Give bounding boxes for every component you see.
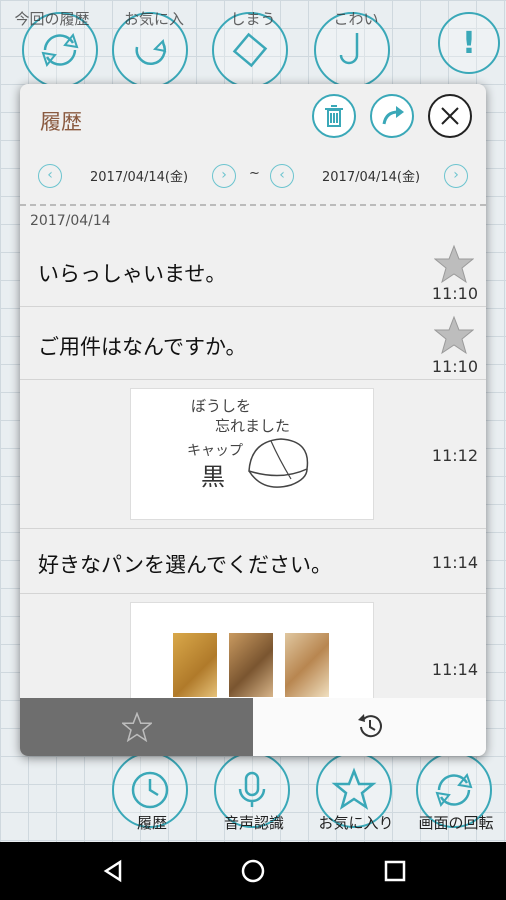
bottom-label-voice: 音声認識 [223,814,285,832]
rotate-screen-icon [435,772,473,808]
exclamation-icon: ! [462,25,476,61]
bottom-label-favorites: お気に入り [318,814,394,832]
chevron-left-icon: ‹ [279,167,285,183]
recents-icon [384,860,406,882]
close-button[interactable] [428,94,472,138]
tab-history[interactable] [253,698,486,756]
top-label-scary: こわい [333,10,379,28]
to-prev-button[interactable]: ‹ [270,164,294,188]
star-outline-icon [331,767,377,810]
date-range-separator: ~ [249,166,260,181]
history-dialog: 履歴 ‹ 2017/04/14(金) › ~ ‹ 2017/04/14(金) ›… [20,84,486,756]
entry-time: 11:12 [431,446,478,465]
microphone-icon [238,771,266,807]
entry-time: 11:10 [431,284,478,303]
share-button[interactable] [370,94,414,138]
tab-favorites[interactable] [20,698,253,756]
trash-icon [325,105,343,127]
entry-time: 11:10 [431,357,478,376]
chevron-right-icon: › [453,167,459,183]
handwriting-image: ぼうしを 忘れました キャップ 黒 [130,388,374,520]
entry-text: ご用件はなんですか。 [38,335,247,359]
top-label-history: 今回の履歴 [14,10,90,28]
chevron-left-icon: ‹ [47,167,53,183]
history-entry[interactable]: 好きなパンを選んでください。 11:14 [20,529,486,594]
bread-photo-3 [285,633,329,697]
history-icon [357,714,382,738]
sync-icon [41,32,79,68]
hook-icon [339,33,359,65]
star-icon[interactable] [434,315,474,355]
history-icon [131,771,169,809]
history-entry[interactable]: ぼうしを 忘れました キャップ 黒 11:12 [20,380,486,529]
entry-text: 好きなパンを選んでください。 [38,553,332,577]
close-icon [441,107,459,125]
star-outline-icon [121,712,152,742]
back-icon [103,859,122,883]
date-to[interactable]: 2017/04/14(金) [322,166,420,185]
bread-photo-strip [163,623,345,698]
sketch-text-4: 黒 [201,463,225,491]
bottom-label-rotate: 画面の回転 [418,814,494,832]
home-button[interactable] [236,854,270,888]
home-icon [241,859,265,883]
back-button[interactable] [96,854,130,888]
from-prev-button[interactable]: ‹ [38,164,62,188]
history-entry[interactable]: いらっしゃいませ。 11:10 [20,236,486,307]
history-entry[interactable]: ご用件はなんですか。 11:10 [20,307,486,380]
dialog-tab-bar [20,698,486,756]
entry-time: 11:14 [431,553,478,572]
alert-button[interactable]: ! [438,12,500,74]
share-icon [382,106,404,125]
bread-photo-1 [173,633,217,697]
delete-button[interactable] [312,94,356,138]
sketch-drawing: ぼうしを 忘れました キャップ 黒 [187,397,309,491]
dialog-title: 履歴 [40,110,82,134]
chevron-right-icon: › [221,167,227,183]
to-next-button[interactable]: › [444,164,468,188]
date-from[interactable]: 2017/04/14(金) [90,166,188,185]
recents-button[interactable] [378,854,412,888]
bread-image [130,602,374,698]
eraser-icon [232,32,268,68]
star-icon[interactable] [434,244,474,284]
history-entry[interactable]: 11:14 [20,594,486,698]
entry-time: 11:14 [431,660,478,679]
redo-icon [135,38,167,65]
from-next-button[interactable]: › [212,164,236,188]
bottom-label-history: 履歴 [136,814,168,832]
history-list[interactable]: 2017/04/14 いらっしゃいませ。 11:10 ご用件はなんですか。 11… [20,206,486,698]
entry-text: いらっしゃいませ。 [38,262,227,286]
top-label-favorite: お気に入 [123,10,185,28]
bread-photo-2 [229,633,273,697]
sketch-text-1: ぼうしを [191,397,251,415]
sketch-text-2: 忘れました [215,417,290,435]
sketch-text-3: キャップ [187,443,243,459]
system-navigation-bar [0,842,506,900]
top-label-store: しまう [230,10,276,28]
date-range-row: ‹ 2017/04/14(金) › ~ ‹ 2017/04/14(金) › [20,162,486,192]
day-header: 2017/04/14 [30,213,111,229]
